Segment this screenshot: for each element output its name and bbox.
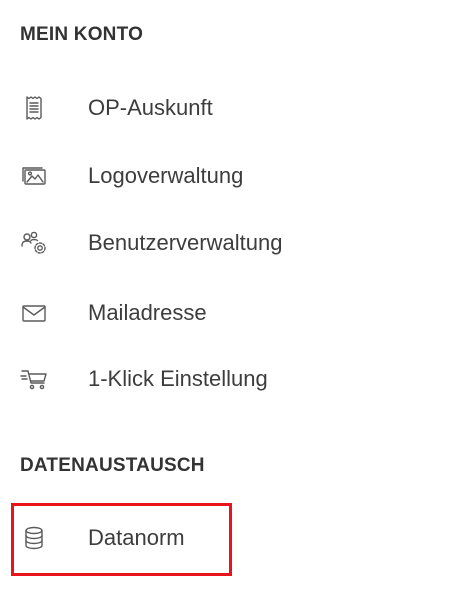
menu-item-op-auskunft[interactable]: OP-Auskunft bbox=[18, 88, 213, 128]
menu-item-benutzerverwaltung[interactable]: Benutzerverwaltung bbox=[18, 223, 282, 263]
menu-item-1-klick-einstellung[interactable]: 1-Klick Einstellung bbox=[18, 359, 268, 399]
menu-item-label: 1-Klick Einstellung bbox=[88, 366, 268, 391]
users-settings-icon bbox=[18, 227, 50, 259]
menu-item-logoverwaltung[interactable]: Logoverwaltung bbox=[18, 156, 243, 196]
menu-item-label: Benutzerverwaltung bbox=[88, 230, 283, 255]
section-title-mein-konto: MEIN KONTO bbox=[20, 24, 144, 45]
menu-item-label: OP-Auskunft bbox=[88, 95, 213, 120]
fast-cart-icon bbox=[18, 363, 50, 395]
section-title-datenaustausch: DATENAUSTAUSCH bbox=[20, 455, 205, 476]
images-icon bbox=[18, 160, 50, 192]
menu-item-mailadresse[interactable]: Mailadresse bbox=[18, 293, 207, 333]
selection-highlight bbox=[11, 503, 232, 576]
menu-item-label: Logoverwaltung bbox=[88, 163, 244, 188]
envelope-icon bbox=[18, 297, 50, 329]
receipt-icon bbox=[18, 92, 50, 124]
menu-item-label: Mailadresse bbox=[88, 300, 207, 325]
